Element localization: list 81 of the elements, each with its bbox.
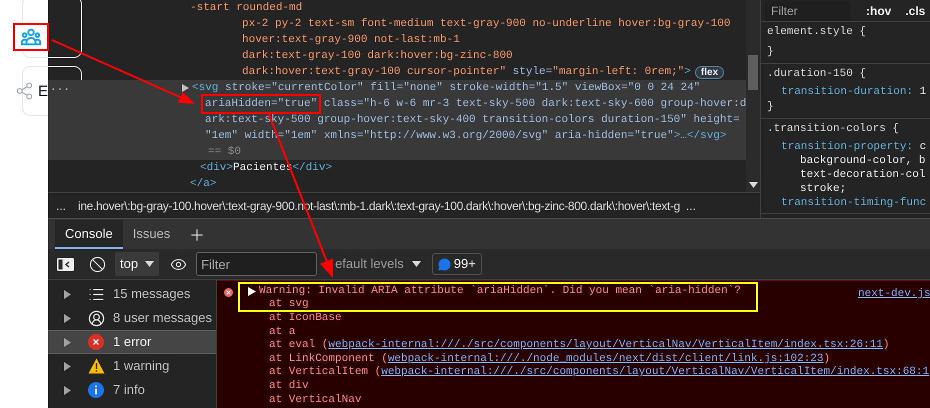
code-row[interactable]: ... <svg stroke="currentColor" fill="none" stroke-width="1.5" viewBox="0 0 24 24" <box>48 80 746 96</box>
caret-icon <box>412 261 421 267</box>
code-line: dark:text-gray-100 dark:hover:bg-zinc-800 <box>242 48 513 64</box>
more-dots[interactable]: ... <box>686 196 696 214</box>
expand-icon[interactable] <box>248 287 256 296</box>
warning-text: Warning: Invalid ARIA attribute `ariaHidden`. Did you mean `aria-hidden`? <box>259 284 741 298</box>
scrollbar[interactable] <box>746 0 760 192</box>
css-value: background-color, b <box>799 154 926 168</box>
code-line: hover:text-gray-900 not-last:mb-1 <box>242 32 460 48</box>
css-declaration[interactable]: transition-duration: 1 <box>767 85 930 99</box>
css-selector[interactable]: .transition-colors { <box>767 121 930 137</box>
sidebar-toggle-icon[interactable] <box>57 258 74 270</box>
source-link[interactable]: webpack-internal:///./src/components/layout/VerticalNav/VerticalItem/index.tsx:26:11 <box>328 339 883 353</box>
drawer-tab[interactable]: Console <box>55 220 123 249</box>
nav-label[interactable]: E <box>38 84 48 98</box>
sidebar-item[interactable]: 1 warning <box>48 354 216 378</box>
expand-icon[interactable] <box>64 362 71 370</box>
code-line: dark:hover:text-gray-100 cursor-pointer" style="margin-left: 0rem;"> <box>242 64 691 80</box>
error-icon <box>88 334 104 350</box>
css-selector[interactable]: element.style { <box>767 24 930 40</box>
info-icon <box>88 382 104 398</box>
stack-line: at svg <box>268 298 310 310</box>
flex-badge[interactable]: flex <box>694 66 724 78</box>
css-brace: } <box>767 45 775 60</box>
code-row[interactable]: px-2 py-2 text-sm font-medium text-gray-900 no-underline hover:bg-gray-100 <box>48 16 746 32</box>
code-line: <svg stroke="currentColor" fill="none" stroke-width="1.5" viewBox="0 0 24 24" <box>192 80 700 96</box>
stack-line: at a <box>269 326 296 339</box>
code-line: px-2 py-2 text-sm font-medium text-gray-900 no-underline hover:bg-gray-100 <box>242 16 730 32</box>
code-row[interactable]: hover:text-gray-900 not-last:mb-1 <box>48 32 746 48</box>
message-icon <box>438 258 451 270</box>
sidebar-item[interactable]: 7 info <box>48 378 216 402</box>
scroll-down-icon <box>749 182 758 188</box>
sidebar-item[interactable]: 15 messages <box>48 282 216 306</box>
css-declaration[interactable]: transition-property: c <box>767 140 930 154</box>
code-line: == $0 <box>208 144 242 160</box>
stack-line: at div <box>269 380 309 394</box>
drawer-tab[interactable]: Issues <box>122 220 180 249</box>
code-row[interactable]: dark:text-gray-100 dark:hover:bg-zinc-800 <box>48 48 746 64</box>
stack-line: at LinkComponent ( <box>269 352 388 366</box>
messages-badge[interactable]: 99+ <box>432 253 482 275</box>
source-link[interactable]: webpack-internal:///./src/components/layout/VerticalNav/VerticalItem/index.tsx:68:1 <box>381 366 930 380</box>
stack-line: ) <box>824 352 830 366</box>
sidebar-item[interactable]: 1 error <box>48 330 216 354</box>
css-selector[interactable]: .duration-150 { <box>767 66 930 82</box>
code-line: -start rounded-md <box>190 0 302 16</box>
expand-icon[interactable] <box>64 290 71 298</box>
stack-line: at VerticalNav <box>269 394 362 408</box>
users-icon[interactable] <box>20 26 42 48</box>
more-dots[interactable]: ... <box>48 196 78 214</box>
stack-line: at IconBase <box>269 312 342 326</box>
code-row[interactable]: dark:hover:text-gray-100 cursor-pointer" style="margin-left: 0rem;"> flex <box>48 64 746 80</box>
expand-icon[interactable] <box>64 386 71 394</box>
more-dots[interactable]: ... <box>50 80 182 96</box>
code-row[interactable]: -start rounded-md <box>48 0 746 16</box>
warning-icon <box>88 358 104 374</box>
expand-icon[interactable] <box>182 84 189 92</box>
filter-field[interactable]: Filter <box>196 252 318 276</box>
source-link[interactable]: next-dev.js <box>858 286 930 302</box>
caret-icon <box>145 261 154 267</box>
style-toggle[interactable]: .cls <box>905 2 926 20</box>
stack-line: ) <box>882 339 890 353</box>
code-row[interactable]: ariaHidden="true" class="h-6 w-6 mr-3 text-sky-500 dark:text-sky-600 group-hover:d <box>48 96 746 112</box>
stack-line: at eval ( <box>269 339 328 353</box>
context-dropdown[interactable]: top <box>115 252 160 276</box>
css-brace: } <box>767 100 775 115</box>
filter-field[interactable]: Filter <box>765 0 850 20</box>
scrollbar-thumb[interactable] <box>748 55 758 90</box>
levels-dropdown[interactable]: efault levels <box>335 254 421 274</box>
source-link[interactable]: webpack-internal:///./node_modules/next/dist/client/link.js:102:23 <box>388 352 824 366</box>
error-icon <box>224 288 233 297</box>
code-row[interactable]: </a> <box>48 176 746 192</box>
css-value: stroke; <box>799 182 848 196</box>
stack-line: at VerticalItem ( <box>269 366 382 380</box>
user-icon <box>88 310 104 326</box>
code-line: </a> <box>190 176 216 192</box>
clear-icon[interactable] <box>89 256 106 272</box>
style-toggle[interactable]: :hov <box>866 2 892 20</box>
css-value: text-decoration-col <box>799 168 926 182</box>
expand-icon[interactable] <box>64 314 71 322</box>
sidebar-item[interactable]: 8 user messages <box>48 306 216 330</box>
css-declaration[interactable]: transition-timing-func <box>767 196 930 210</box>
